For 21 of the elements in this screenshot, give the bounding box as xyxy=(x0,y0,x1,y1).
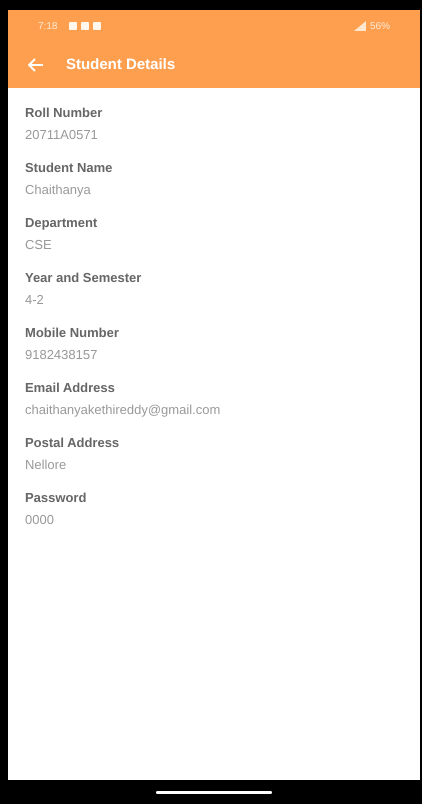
field-value: 9182438157 xyxy=(25,346,98,364)
home-indicator[interactable] xyxy=(156,790,272,794)
field-label: Mobile Number xyxy=(25,324,120,342)
field-label: Student Name xyxy=(25,159,114,177)
signal-icon xyxy=(354,21,366,31)
field-label: Password xyxy=(25,489,88,507)
field-value: Nellore xyxy=(25,456,68,474)
field-value: chaithanyakethireddy@gmail.com xyxy=(25,401,222,419)
field-value: 0000 xyxy=(25,511,55,529)
field-label: Year and Semester xyxy=(25,269,142,287)
field-value: 4-2 xyxy=(25,291,45,309)
field-label: Postal Address xyxy=(25,434,120,452)
field-value: 20711A0571 xyxy=(25,126,99,144)
field-value: CSE xyxy=(25,236,53,254)
battery-text: 56% xyxy=(370,20,390,34)
field-label: Roll Number xyxy=(25,104,104,122)
field-label: Email Address xyxy=(25,379,116,397)
field-label: Department xyxy=(25,214,98,232)
status-time: 7:18 xyxy=(38,20,58,34)
screen-title: Student Details xyxy=(66,54,176,75)
field-value: Chaithanya xyxy=(25,181,92,199)
